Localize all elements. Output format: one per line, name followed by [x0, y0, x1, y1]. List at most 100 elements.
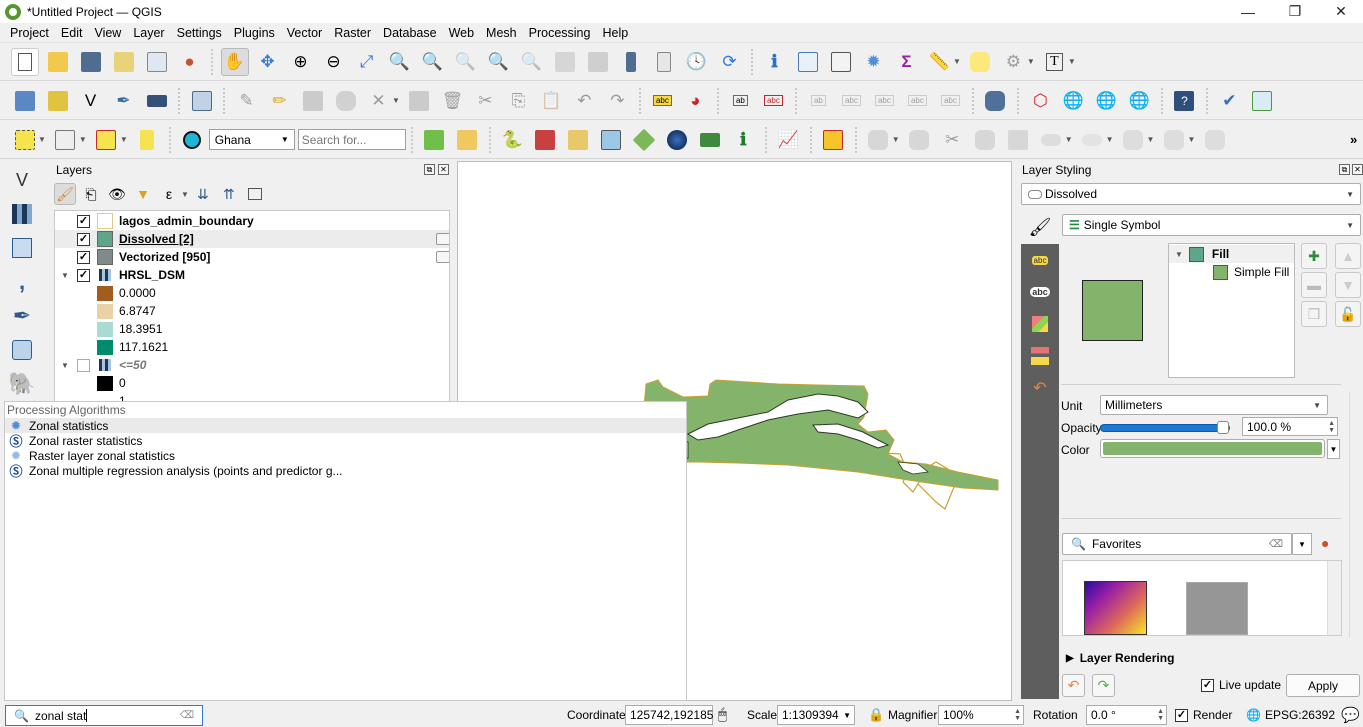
- menu-web[interactable]: Web: [443, 26, 480, 40]
- locator-result-raster-layer-zonal-statistics[interactable]: ✹ Raster layer zonal statistics: [5, 448, 686, 463]
- identify-features-button[interactable]: ℹ: [761, 48, 789, 76]
- tab-3d-view[interactable]: [1021, 308, 1059, 340]
- menu-plugins[interactable]: Plugins: [228, 26, 281, 40]
- quick-osm-button[interactable]: [420, 126, 448, 154]
- pan-map-button[interactable]: ✋: [220, 47, 249, 76]
- identify-plugin-button[interactable]: ℹ: [729, 126, 757, 154]
- menu-help[interactable]: Help: [596, 26, 634, 40]
- unit-combo[interactable]: Millimeters ▼: [1100, 395, 1328, 415]
- refresh-button[interactable]: ⟳: [716, 48, 744, 76]
- zoom-full-button[interactable]: ⤢: [353, 48, 381, 76]
- heatmap-button[interactable]: [531, 126, 559, 154]
- profile-tool-button[interactable]: 📈: [774, 126, 802, 154]
- split-features-button[interactable]: ✂: [938, 126, 966, 154]
- layer-visibility-checkbox[interactable]: ✓: [77, 214, 90, 228]
- tab-masks[interactable]: abc: [1021, 276, 1059, 308]
- zoom-to-selection-button[interactable]: 🔍: [386, 48, 414, 76]
- layer-labeling-button[interactable]: abc: [648, 87, 676, 115]
- select-by-attribute-button[interactable]: [51, 126, 79, 154]
- lock-scale-button[interactable]: 🔒: [868, 707, 884, 723]
- layer-item-vectorized[interactable]: ✓ Vectorized [950]: [55, 248, 449, 266]
- swipe-tool-button[interactable]: [597, 126, 625, 154]
- geocoder-search-button[interactable]: [178, 126, 206, 154]
- show-hide-labels-button[interactable]: abc: [759, 87, 787, 115]
- new-map-view-button[interactable]: [551, 48, 579, 76]
- symbol-grey-favorite[interactable]: [1186, 582, 1248, 635]
- menu-project[interactable]: Project: [4, 26, 55, 40]
- layer-visibility-checkbox[interactable]: ✓: [77, 232, 90, 246]
- scale-combo[interactable]: 1:1309394 ▼: [777, 705, 855, 725]
- annotation-dropdown-icon[interactable]: ▼: [1068, 57, 1076, 66]
- move-label-button[interactable]: ab: [804, 87, 832, 115]
- close-panel-button[interactable]: ✕: [438, 164, 449, 175]
- spin-arrows-icon[interactable]: ▲ ▼: [1157, 708, 1164, 722]
- remove-symbol-layer-button[interactable]: ▬: [1301, 272, 1327, 298]
- symbol-group-dropdown[interactable]: ▼: [1292, 533, 1312, 555]
- fill-ring-button[interactable]: [1201, 126, 1229, 154]
- trace-tool-button[interactable]: [819, 126, 847, 154]
- new-temporary-layer-button[interactable]: [143, 87, 171, 115]
- layer-visibility-checkbox[interactable]: [77, 358, 90, 372]
- layer-item-lagos-admin-boundary[interactable]: ✓ lagos_admin_boundary: [55, 212, 449, 230]
- merge-features-button[interactable]: [1004, 126, 1032, 154]
- digitizing-plugin-button[interactable]: [453, 126, 481, 154]
- collapse-arrow-icon[interactable]: ▼: [61, 361, 69, 370]
- symbol-library-search[interactable]: 🔍 Favorites ⌫: [1062, 533, 1292, 555]
- menu-processing[interactable]: Processing: [523, 26, 597, 40]
- shape-dropdown-icon[interactable]: ▼: [892, 135, 900, 144]
- pan-to-selection-button[interactable]: ✥: [254, 48, 282, 76]
- toggle-extents-button[interactable]: 🖱: [718, 706, 727, 723]
- close-button[interactable]: ✕: [1318, 0, 1363, 23]
- zoom-next-button[interactable]: 🔍: [518, 48, 546, 76]
- add-delimited-text-button[interactable]: ,: [4, 266, 40, 298]
- actions-dropdown-icon[interactable]: ▼: [1027, 57, 1035, 66]
- clear-search-icon[interactable]: ⌫: [1269, 539, 1283, 550]
- remove-layer-button[interactable]: [244, 183, 266, 205]
- new-project-button[interactable]: [10, 47, 39, 76]
- styling-scrollbar[interactable]: [1349, 392, 1363, 638]
- vertex-dropdown-icon[interactable]: ▼: [392, 96, 400, 105]
- add-group-button[interactable]: ⎗: [80, 183, 102, 205]
- undo-style-button[interactable]: ↶: [1062, 674, 1085, 697]
- toolbar-overflow-button[interactable]: »: [1350, 132, 1357, 147]
- open-project-button[interactable]: [44, 48, 72, 76]
- clear-search-icon[interactable]: ⌫: [180, 710, 194, 721]
- split-parts-button[interactable]: [971, 126, 999, 154]
- geometry-checker-button[interactable]: ⬡: [1026, 87, 1054, 115]
- feature-count-indicator-icon[interactable]: [436, 233, 449, 245]
- python-console-button[interactable]: 🐍: [498, 126, 526, 154]
- move-down-button[interactable]: ▼: [1335, 272, 1361, 298]
- processing-toolbox-button[interactable]: ✹: [860, 48, 888, 76]
- new-geopackage-button[interactable]: [44, 87, 72, 115]
- expand-all-button[interactable]: ⇊: [192, 183, 214, 205]
- spin-arrows-icon[interactable]: ▲ ▼: [1014, 708, 1021, 722]
- delete-selected-button[interactable]: 🗑: [438, 87, 466, 115]
- collapse-all-button[interactable]: ⇈: [218, 183, 240, 205]
- magnifier-spinbox[interactable]: 100% ▲ ▼: [938, 705, 1024, 725]
- symbol-tree-root-fill[interactable]: ▼ Fill: [1169, 245, 1294, 263]
- select-attribute-dropdown-icon[interactable]: ▼: [79, 135, 87, 144]
- color-dropdown-button[interactable]: ▼: [1327, 439, 1340, 459]
- render-checkbox[interactable]: ✓ Render: [1175, 708, 1232, 722]
- restore-button[interactable]: ❐: [1272, 0, 1318, 23]
- tab-diagrams[interactable]: [1021, 340, 1059, 372]
- add-part-button[interactable]: [1160, 126, 1188, 154]
- float-panel-button[interactable]: ⧉: [1339, 164, 1350, 175]
- deselect-features-button[interactable]: [92, 126, 120, 154]
- lock-color-button[interactable]: 🔓: [1335, 301, 1361, 327]
- offset-curve-button[interactable]: [1037, 126, 1065, 154]
- current-edits-button[interactable]: ✎: [233, 87, 261, 115]
- copy-features-button[interactable]: ⎘: [504, 87, 532, 115]
- layer-visibility-checkbox[interactable]: ✓: [77, 268, 90, 282]
- layers-plugin-button[interactable]: [630, 126, 658, 154]
- menu-database[interactable]: Database: [377, 26, 443, 40]
- menu-layer[interactable]: Layer: [127, 26, 170, 40]
- filter-expression-button[interactable]: ε: [158, 183, 180, 205]
- opacity-slider-handle[interactable]: [1217, 421, 1229, 434]
- save-edits-button[interactable]: [299, 87, 327, 115]
- pin-labels-button[interactable]: ab: [726, 87, 754, 115]
- reshape-button[interactable]: [1078, 126, 1106, 154]
- earth-plugin-button[interactable]: [663, 126, 691, 154]
- quickmapservices-search-button[interactable]: 🌐: [1125, 87, 1153, 115]
- select-dropdown-icon[interactable]: ▼: [38, 135, 46, 144]
